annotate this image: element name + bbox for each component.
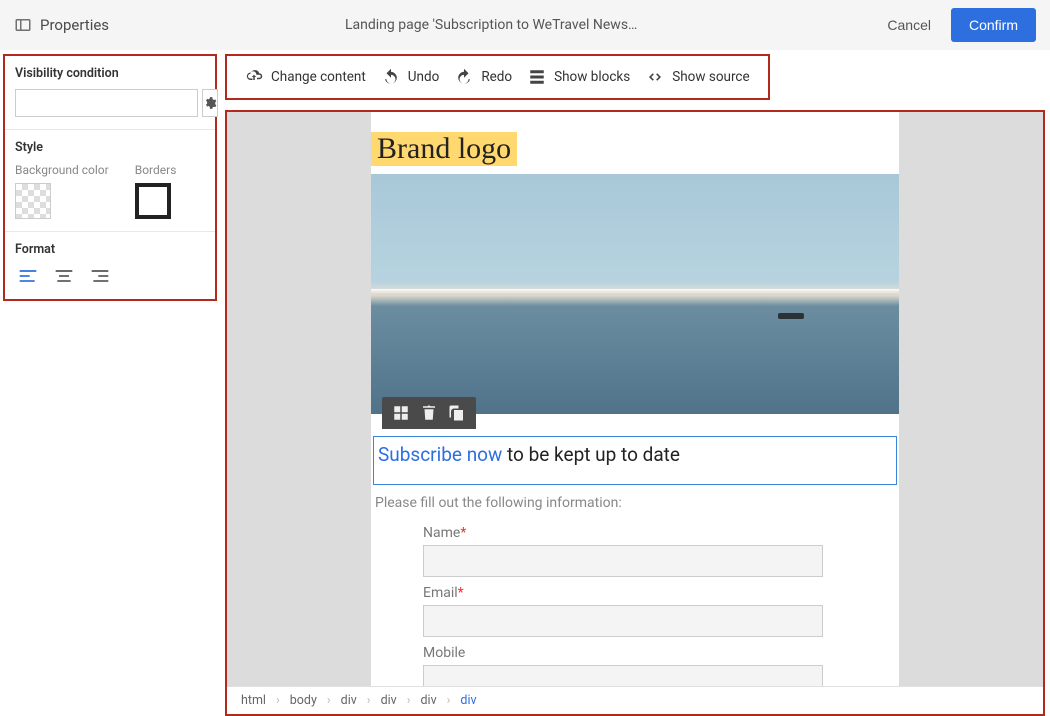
blocks-icon	[528, 68, 546, 86]
align-right-icon	[90, 268, 110, 284]
visibility-settings-button[interactable]	[202, 89, 218, 117]
mobile-label: Mobile	[423, 645, 899, 661]
duplicate-icon	[448, 404, 466, 422]
undo-button[interactable]: Undo	[382, 68, 440, 86]
align-center-icon	[54, 268, 74, 284]
required-asterisk: *	[458, 585, 464, 601]
selected-text-block[interactable]: Subscribe now to be kept up to date	[373, 436, 897, 485]
breadcrumb: html› body› div› div› div› div	[227, 686, 1043, 714]
confirm-button[interactable]: Confirm	[951, 8, 1036, 42]
show-source-button[interactable]: Show source	[646, 68, 749, 86]
headline-link[interactable]: Subscribe now	[378, 443, 502, 466]
header-actions: Cancel Confirm	[873, 8, 1036, 42]
mobile-input[interactable]	[423, 665, 823, 686]
gear-icon	[203, 96, 217, 110]
cancel-button[interactable]: Cancel	[873, 9, 945, 41]
format-title: Format	[15, 242, 205, 257]
panel-title: Properties	[40, 16, 109, 34]
align-left-icon	[18, 268, 38, 284]
crumb-html[interactable]: html	[241, 693, 266, 708]
crumb-div-2[interactable]: div	[381, 693, 397, 708]
crumb-body[interactable]: body	[290, 693, 317, 708]
borders-label: Borders	[135, 163, 177, 177]
selection-toolbar	[382, 397, 476, 429]
editor-toolbar: Change content Undo Redo Show blocks Sho…	[225, 54, 770, 100]
name-label: Name*	[423, 525, 899, 541]
style-title: Style	[15, 140, 205, 155]
email-input[interactable]	[423, 605, 823, 637]
email-label: Email*	[423, 585, 899, 601]
page-title: Landing page 'Subscription to WeTravel N…	[109, 17, 873, 33]
canvas-viewport[interactable]: Brand logo Subscribe now to be kept up t…	[227, 112, 1043, 686]
crumb-div-4[interactable]: div	[460, 693, 476, 708]
editor-canvas: Brand logo Subscribe now to be kept up t…	[225, 110, 1045, 716]
brand-logo[interactable]: Brand logo	[371, 132, 517, 166]
show-blocks-button[interactable]: Show blocks	[528, 68, 630, 86]
format-section: Format	[5, 232, 215, 299]
visibility-title: Visibility condition	[15, 66, 205, 81]
duplicate-block-button[interactable]	[448, 404, 466, 422]
required-asterisk: *	[460, 525, 466, 541]
app-header: Properties Landing page 'Subscription to…	[0, 0, 1050, 50]
cloud-upload-icon	[245, 68, 263, 86]
form-intro: Please fill out the following informatio…	[375, 495, 895, 511]
style-section: Style Background color Borders	[5, 130, 215, 232]
undo-icon	[382, 68, 400, 86]
crumb-div-1[interactable]: div	[341, 693, 357, 708]
hero-image[interactable]	[371, 174, 899, 414]
name-input[interactable]	[423, 545, 823, 577]
select-parent-button[interactable]	[392, 404, 410, 422]
code-icon	[646, 68, 664, 86]
redo-icon	[455, 68, 473, 86]
align-center-button[interactable]	[51, 265, 77, 287]
redo-button[interactable]: Redo	[455, 68, 512, 86]
properties-panel: Visibility condition Style Background co…	[3, 54, 217, 301]
borders-swatch[interactable]	[135, 183, 171, 219]
headline: Subscribe now to be kept up to date	[378, 443, 892, 466]
bg-color-label: Background color	[15, 163, 109, 177]
crumb-div-3[interactable]: div	[420, 693, 436, 708]
properties-sidebar: Visibility condition Style Background co…	[0, 50, 220, 700]
grid-icon	[392, 404, 410, 422]
visibility-section: Visibility condition	[5, 56, 215, 130]
trash-icon	[420, 404, 438, 422]
align-left-button[interactable]	[15, 265, 41, 287]
header-left: Properties	[14, 16, 109, 34]
bg-color-swatch[interactable]	[15, 183, 51, 219]
headline-rest: to be kept up to date	[502, 443, 680, 466]
delete-block-button[interactable]	[420, 404, 438, 422]
panel-icon	[14, 16, 32, 34]
align-right-button[interactable]	[87, 265, 113, 287]
change-content-button[interactable]: Change content	[245, 68, 366, 86]
visibility-input[interactable]	[15, 89, 198, 117]
